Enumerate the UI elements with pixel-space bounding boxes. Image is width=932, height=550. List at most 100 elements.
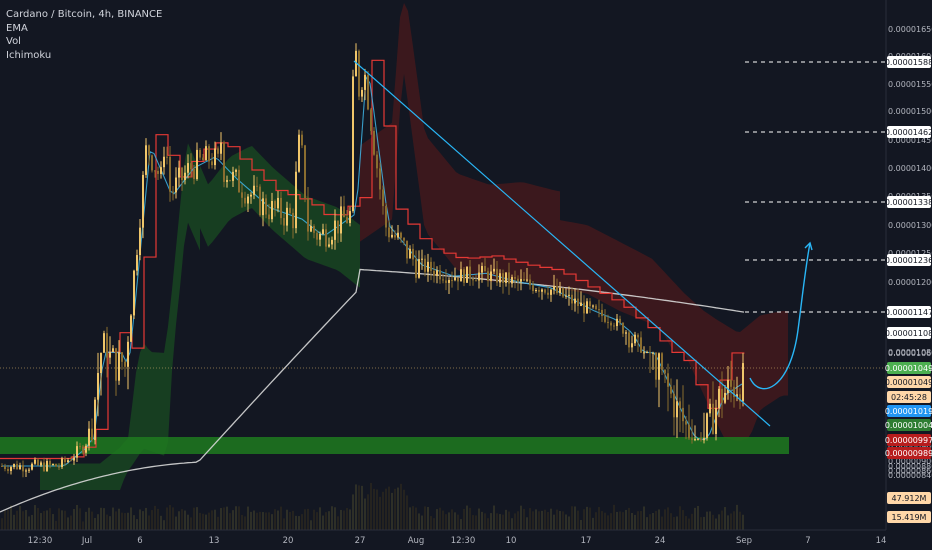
candle-body — [46, 460, 48, 471]
volume-bar — [526, 517, 528, 530]
candle-body — [73, 457, 75, 461]
candle-body — [367, 74, 369, 110]
candle-body — [70, 460, 72, 462]
candle-body — [295, 171, 297, 229]
volume-bar — [175, 516, 177, 530]
price-tick-label: 0.00001400 — [888, 164, 932, 173]
candle-body — [286, 207, 288, 226]
price-label-text: 0.00000997 — [885, 436, 932, 445]
candle-body — [145, 145, 147, 175]
candle-body — [88, 428, 90, 446]
volume-bar — [136, 519, 138, 530]
candle-body — [358, 50, 360, 97]
candle-body — [67, 460, 69, 463]
candle-body — [721, 388, 723, 403]
candle-body — [58, 466, 60, 468]
volume-bar — [406, 495, 408, 530]
symbol-title[interactable]: Cardano / Bitcoin, 4h, BINANCE — [6, 8, 162, 22]
volume-bar — [730, 513, 732, 530]
candle-body — [337, 220, 339, 234]
volume-bar — [490, 513, 492, 530]
candle-body — [550, 289, 552, 295]
candle-body — [133, 270, 135, 316]
candle-body — [316, 232, 318, 240]
volume-bar — [727, 515, 729, 530]
volume-bar — [724, 507, 726, 530]
candle-body — [472, 278, 474, 281]
candle-body — [622, 322, 624, 334]
volume-bar — [550, 508, 552, 530]
candle-body — [151, 155, 153, 171]
volume-bar — [472, 515, 474, 530]
volume-bar — [1, 518, 3, 530]
candle-body — [454, 277, 456, 281]
candle-body — [16, 463, 18, 470]
candle-body — [268, 214, 270, 220]
candle-body — [559, 288, 561, 294]
volume-bar — [430, 516, 432, 530]
volume-bar — [715, 518, 717, 530]
volume-bar — [517, 511, 519, 530]
volume-bar — [613, 504, 615, 530]
volume-bar — [562, 511, 564, 530]
candle-body — [262, 198, 264, 216]
volume-bar — [157, 508, 159, 530]
candle-body — [628, 332, 630, 348]
price-label-text: 02:45:28 — [891, 393, 927, 402]
candle-body — [157, 170, 159, 174]
volume-bar — [112, 507, 114, 530]
volume-bar — [364, 498, 366, 530]
candle-body — [208, 146, 210, 162]
volume-bar — [667, 507, 669, 530]
candle-body — [100, 352, 102, 374]
volume-bar — [682, 510, 684, 530]
candle — [367, 70, 369, 111]
volume-bar — [640, 511, 642, 530]
volume-bar — [355, 484, 357, 530]
candle-body — [271, 201, 273, 220]
candle-body — [160, 167, 162, 174]
volume-bar — [265, 512, 267, 530]
candle-body — [484, 266, 486, 272]
volume-bar — [424, 506, 426, 530]
volume-bar — [22, 511, 24, 530]
volume-bar — [703, 516, 705, 530]
volume-bar — [148, 515, 150, 530]
candle-body — [580, 302, 582, 307]
volume-bar — [733, 511, 735, 530]
candle-body — [706, 413, 708, 439]
candle-body — [502, 273, 504, 283]
study-vol[interactable]: Vol — [6, 35, 162, 49]
volume-bar — [283, 518, 285, 530]
candle-body — [583, 302, 585, 314]
study-ema[interactable]: EMA — [6, 22, 162, 36]
candle-body — [535, 289, 537, 291]
volume-bar — [643, 506, 645, 530]
candle-body — [109, 352, 111, 358]
candle-body — [211, 161, 213, 166]
support-zone — [0, 437, 789, 454]
volume-bar — [553, 514, 555, 530]
candle-body — [709, 403, 711, 414]
candle-body — [343, 206, 345, 218]
candle-body — [28, 469, 30, 471]
volume-bar — [394, 488, 396, 530]
candle-body — [676, 401, 678, 418]
price-label-text: 0.00001019 — [885, 407, 932, 416]
candle-body — [277, 197, 279, 209]
volume-bar — [337, 516, 339, 530]
time-tick-label: 14 — [876, 536, 887, 546]
candle-body — [301, 134, 303, 146]
price-chart[interactable]: 0.000016500.000016000.000015500.00001500… — [0, 0, 932, 550]
volume-bar — [250, 511, 252, 530]
volume-bar — [541, 510, 543, 530]
study-ichimoku[interactable]: Ichimoku — [6, 49, 162, 63]
candle-body — [190, 163, 192, 170]
candle-body — [193, 169, 195, 180]
candle-body — [118, 352, 120, 381]
time-tick-label: 13 — [209, 536, 220, 546]
candle-body — [382, 189, 384, 207]
resistance-level-label: 0.00001338 — [885, 198, 932, 207]
volume-bar — [205, 514, 207, 530]
candle-body — [526, 279, 528, 281]
